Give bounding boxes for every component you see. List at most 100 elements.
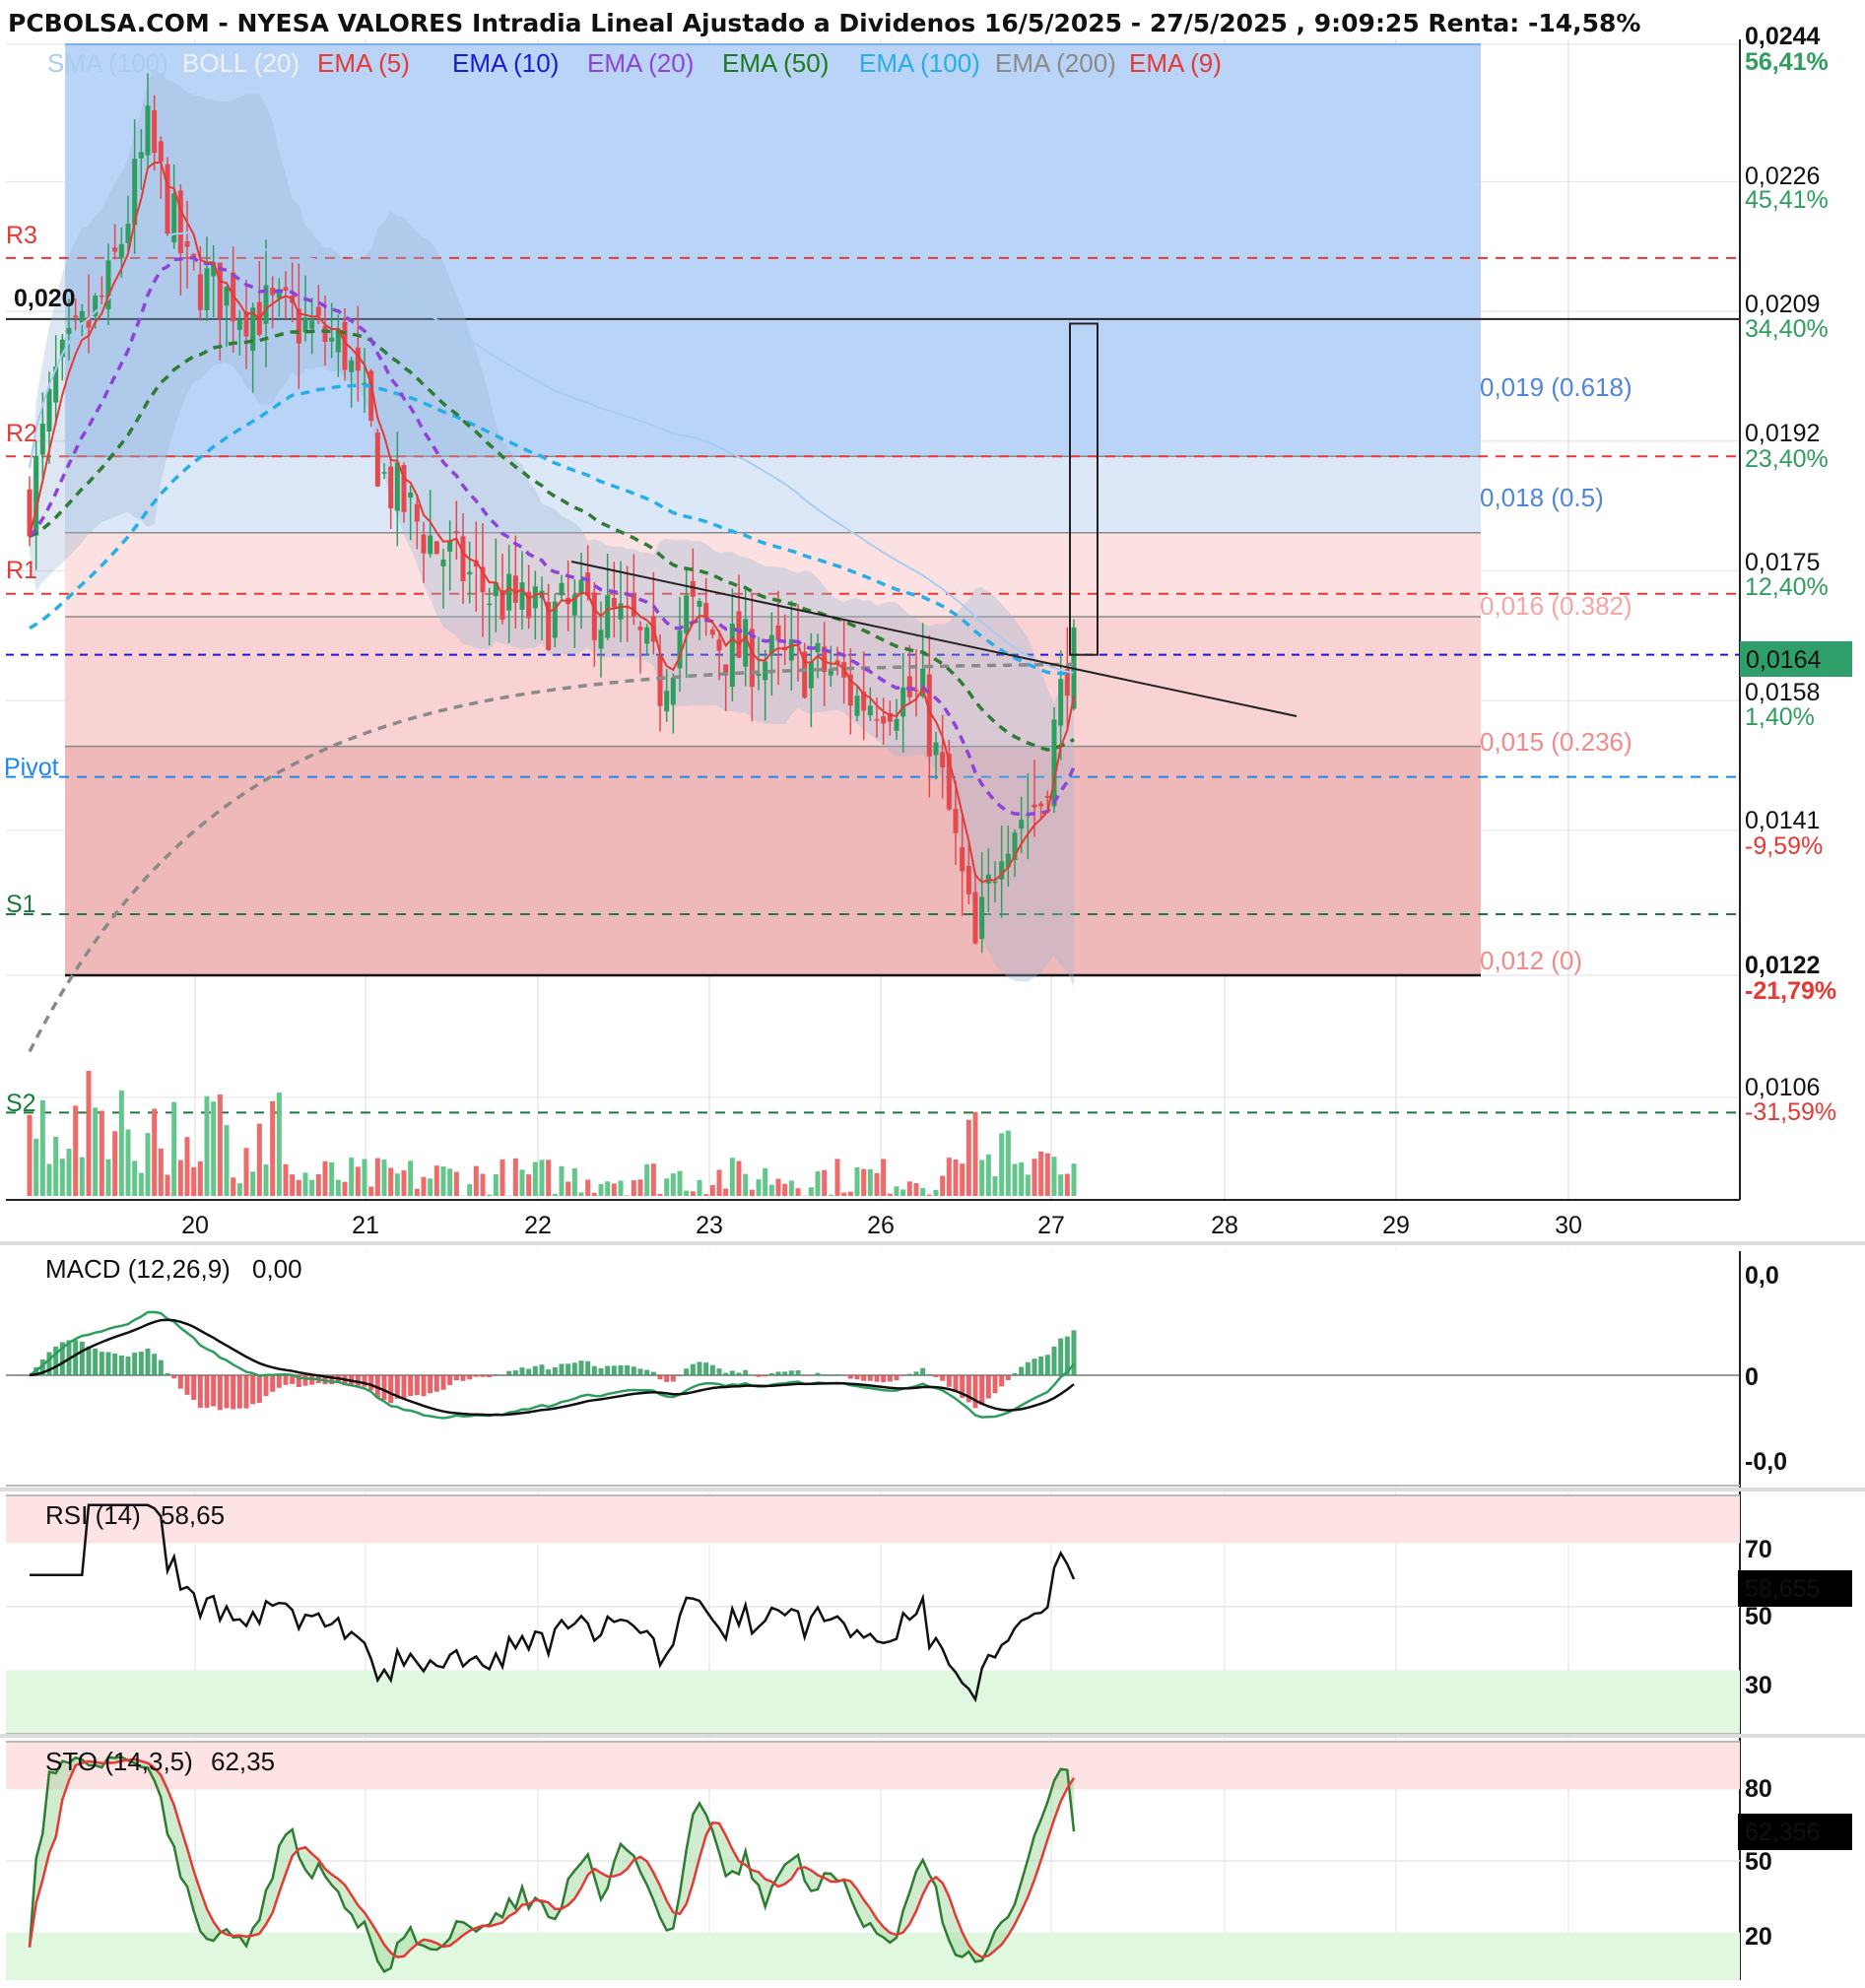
volume-bar bbox=[756, 1179, 762, 1196]
macd-histogram-bar bbox=[414, 1375, 420, 1396]
legend-item-boll20[interactable]: BOLL (20) bbox=[182, 48, 300, 78]
candle-body bbox=[697, 601, 702, 607]
macd-histogram-bar bbox=[236, 1375, 242, 1409]
candle-body bbox=[125, 224, 131, 243]
macd-histogram-bar bbox=[650, 1371, 656, 1375]
volume-bar bbox=[243, 1148, 249, 1196]
candle-body bbox=[138, 152, 144, 159]
volume-bar bbox=[926, 1194, 932, 1196]
legend-item-sma100[interactable]: SMA (100) bbox=[47, 48, 168, 78]
volume-bar bbox=[1038, 1151, 1044, 1196]
candle-body bbox=[506, 573, 512, 611]
macd-histogram-bar bbox=[428, 1375, 433, 1394]
volume-bar bbox=[723, 1188, 729, 1196]
candle-body bbox=[933, 742, 939, 756]
volume-bars bbox=[27, 1070, 1077, 1196]
volume-bar bbox=[913, 1182, 919, 1196]
volume-bar bbox=[670, 1173, 676, 1196]
macd-histogram-bar bbox=[86, 1346, 92, 1375]
volume-bar bbox=[250, 1171, 256, 1196]
legend-item-ema9[interactable]: EMA (9) bbox=[1129, 48, 1222, 78]
candle-body bbox=[283, 287, 289, 291]
macd-histogram-bar bbox=[93, 1348, 99, 1375]
macd-histogram-bar bbox=[487, 1375, 493, 1378]
macd-histogram-bar bbox=[283, 1375, 289, 1385]
pivot-label-r3: R3 bbox=[6, 222, 37, 249]
volume-bar bbox=[736, 1160, 742, 1196]
candle-body bbox=[197, 274, 203, 310]
rsi-tick-70: 70 bbox=[1745, 1536, 1772, 1563]
volume-bar bbox=[276, 1093, 282, 1196]
volume-bar bbox=[105, 1159, 111, 1196]
volume-bar bbox=[59, 1159, 65, 1196]
macd-histogram-bar bbox=[125, 1357, 131, 1375]
candle-body bbox=[329, 337, 335, 342]
candle-body bbox=[900, 687, 906, 717]
macd-histogram-bar bbox=[191, 1375, 197, 1401]
volume-bar bbox=[749, 1189, 755, 1196]
volume-bar bbox=[408, 1160, 414, 1196]
candle-body bbox=[532, 586, 538, 609]
volume-bar bbox=[578, 1192, 584, 1196]
macd-histogram-bar bbox=[763, 1375, 768, 1377]
macd-histogram-bar bbox=[447, 1375, 453, 1386]
volume-bar bbox=[768, 1184, 774, 1196]
volume-bar bbox=[112, 1131, 118, 1196]
candle-body bbox=[158, 141, 164, 162]
candle-body bbox=[519, 582, 525, 610]
volume-bar bbox=[1032, 1159, 1037, 1196]
macd-histogram-bar bbox=[1025, 1361, 1031, 1375]
rsi-current-label: 58,655 bbox=[1745, 1575, 1820, 1603]
rsi-title: RSI (14) bbox=[45, 1500, 141, 1530]
macd-tick-top: 0,0 bbox=[1745, 1262, 1779, 1290]
y-pct-6: -9,59% bbox=[1745, 832, 1823, 860]
fib-label-0: 0,012 (0) bbox=[1480, 946, 1582, 975]
legend-item-ema5[interactable]: EMA (5) bbox=[317, 48, 410, 78]
macd-histogram-bar bbox=[440, 1375, 446, 1390]
macd-histogram-bar bbox=[618, 1364, 624, 1375]
candle-body bbox=[165, 164, 170, 234]
volume-bar bbox=[217, 1094, 223, 1196]
volume-bar bbox=[552, 1193, 558, 1196]
rsi-tick-30: 30 bbox=[1745, 1672, 1772, 1699]
volume-bar bbox=[775, 1178, 781, 1196]
volume-bar bbox=[979, 1160, 985, 1196]
macd-histogram-bar bbox=[775, 1371, 781, 1375]
legend-item-ema200[interactable]: EMA (200) bbox=[995, 48, 1116, 78]
legend-item-ema20[interactable]: EMA (20) bbox=[587, 48, 694, 78]
macd-histogram-bar bbox=[467, 1375, 473, 1380]
volume-bar bbox=[118, 1090, 124, 1196]
volume-bar bbox=[992, 1176, 998, 1196]
volume-bar bbox=[822, 1169, 828, 1196]
volume-bar bbox=[447, 1168, 453, 1196]
volume-bar bbox=[381, 1160, 387, 1196]
volume-bar bbox=[999, 1133, 1005, 1196]
rsi-overbought-zone bbox=[6, 1495, 1740, 1544]
macd-histogram-bar bbox=[231, 1375, 236, 1410]
legend-item-ema100[interactable]: EMA (100) bbox=[859, 48, 980, 78]
candle-body bbox=[381, 472, 387, 474]
volume-bar bbox=[1025, 1174, 1031, 1196]
macd-histogram-bar bbox=[670, 1375, 676, 1382]
candle-body bbox=[657, 655, 663, 706]
candle-body bbox=[460, 536, 466, 582]
fib-label-0382: 0,016 (0.382) bbox=[1480, 591, 1632, 621]
macd-histogram-bar bbox=[270, 1375, 276, 1392]
candle-body bbox=[684, 595, 690, 634]
legend-item-ema10[interactable]: EMA (10) bbox=[452, 48, 559, 78]
volume-bar bbox=[66, 1149, 72, 1196]
candle-body bbox=[79, 310, 85, 323]
macd-histogram-bar bbox=[256, 1375, 262, 1404]
volume-bar bbox=[703, 1194, 709, 1196]
volume-bar bbox=[763, 1167, 768, 1196]
macd-histogram-bar bbox=[480, 1375, 486, 1377]
legend-item-ema50[interactable]: EMA (50) bbox=[722, 48, 829, 78]
candle-body bbox=[46, 388, 52, 431]
volume-bar bbox=[270, 1100, 276, 1196]
volume-bar bbox=[329, 1161, 335, 1196]
y-tick-2: 0,0209 bbox=[1745, 291, 1820, 318]
y-pct-0: 56,41% bbox=[1745, 48, 1829, 76]
macd-histogram-bar bbox=[985, 1375, 991, 1399]
stock-chart: PCBOLSA.COM - NYESA VALORES Intradia Lin… bbox=[0, 9, 1865, 1980]
ma-legend: SMA (100) BOLL (20) EMA (5) EMA (10) EMA… bbox=[47, 48, 1222, 78]
